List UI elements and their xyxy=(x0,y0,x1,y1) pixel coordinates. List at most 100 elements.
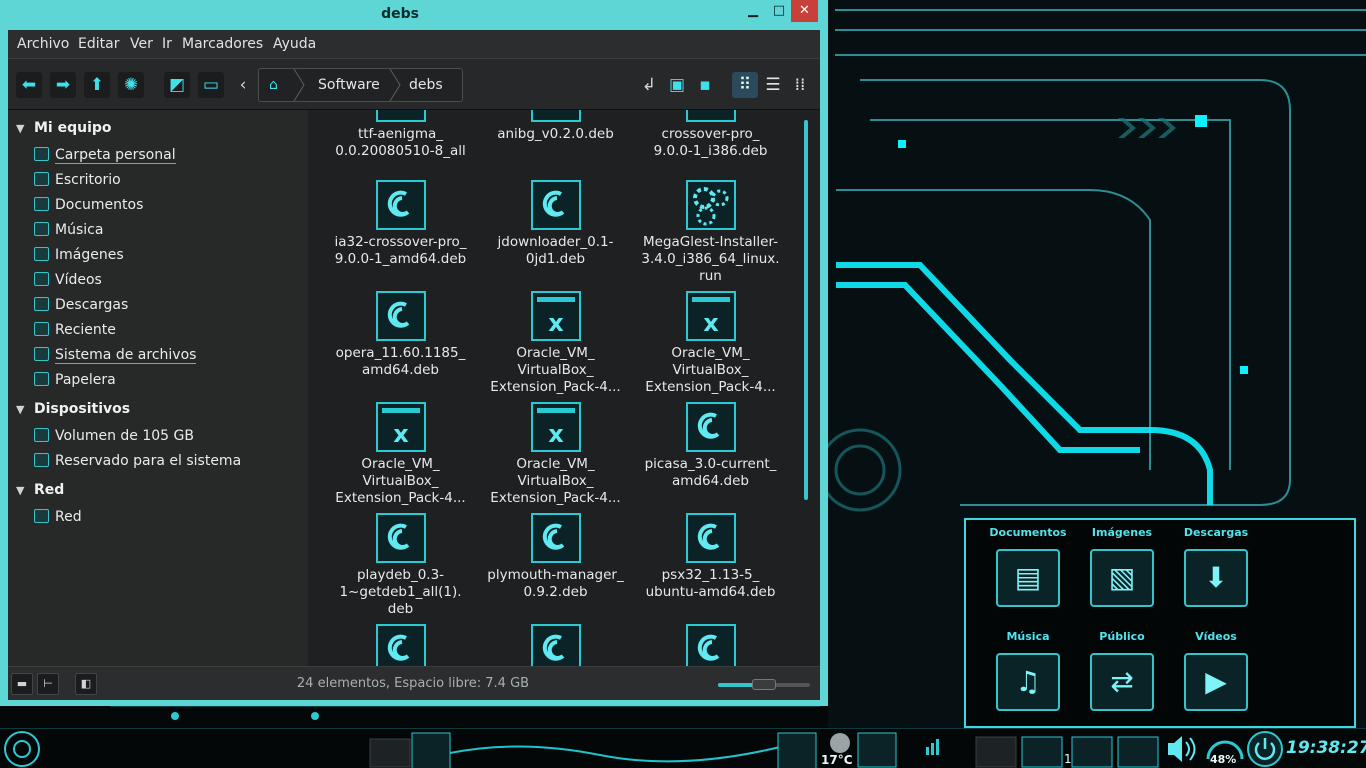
close-button[interactable]: ✕ xyxy=(791,0,818,22)
workspace-thumb[interactable] xyxy=(1021,736,1063,768)
executable-icon: x xyxy=(685,291,736,341)
section-red[interactable]: ▼ Red xyxy=(16,482,64,498)
launcher-tile[interactable]: Documentos ▤ xyxy=(988,526,1068,607)
sidebar-item-videos[interactable]: Vídeos xyxy=(34,272,102,294)
sidebar-item-red[interactable]: Red xyxy=(34,509,82,531)
file-item[interactable]: ttf-aenigma_ 0.0.20080510-8_all xyxy=(323,110,478,160)
drive-icon xyxy=(34,453,49,467)
list-view-icon[interactable]: ☰ xyxy=(760,72,786,98)
file-item[interactable]: x Oracle_VM_ VirtualBox_ Extension_Pack-4… xyxy=(478,291,633,396)
menu-orb-icon[interactable] xyxy=(4,731,40,767)
file-item[interactable]: plymouth-manager_ 0.9.2.deb xyxy=(478,513,633,601)
zoom-slider[interactable] xyxy=(718,679,810,690)
debian-icon xyxy=(375,291,426,341)
sidebar-item-musica[interactable]: Música xyxy=(34,222,103,244)
title-bar[interactable]: debs ▁ □ ✕ xyxy=(0,0,828,30)
debian-icon xyxy=(375,110,426,122)
forward-icon[interactable]: ➡ xyxy=(50,72,76,98)
show-places-icon[interactable]: ▬ xyxy=(11,673,33,695)
music-icon: ♫ xyxy=(996,653,1060,711)
sidebar-item-carpeta-personal[interactable]: Carpeta personal xyxy=(34,147,176,169)
file-item[interactable]: crossover-pro_ 9.0.0-1_i386.deb xyxy=(633,110,788,160)
scrollbar[interactable] xyxy=(804,120,808,500)
file-item[interactable]: opera_11.60.1185_ amd64.deb xyxy=(323,291,478,379)
launcher-tile[interactable]: Música ♫ xyxy=(988,630,1068,711)
menu-ayuda[interactable]: Ayuda xyxy=(273,36,316,52)
file-item[interactable]: psx32_1.13-5_ ubuntu-amd64.deb xyxy=(633,513,788,601)
workspace-thumb[interactable] xyxy=(1117,736,1159,768)
volume-icon[interactable] xyxy=(1168,736,1196,762)
file-item[interactable]: ttf-aenigma_ 0.0.20080510-8_all xyxy=(633,624,788,666)
root-home-icon[interactable]: ⌂ xyxy=(269,69,278,101)
up-icon[interactable]: ⬆ xyxy=(84,72,110,98)
launcher-label: Música xyxy=(1006,630,1050,643)
sidebar-item-escritorio[interactable]: Escritorio xyxy=(34,172,121,194)
launcher-tile[interactable]: Descargas ⬇ xyxy=(1176,526,1256,607)
sidebar-item-sistema-de-archivos[interactable]: Sistema de archivos xyxy=(34,347,197,369)
file-item[interactable]: x Oracle_VM_ VirtualBox_ Extension_Pack-4… xyxy=(633,291,788,396)
menu-marcadores[interactable]: Marcadores xyxy=(182,36,263,52)
file-item[interactable]: ia32-crossover-pro_ 9.0.0-1_amd64.deb xyxy=(323,180,478,268)
computer-icon[interactable]: ▭ xyxy=(198,72,224,98)
toolbar: ⬅ ➡ ⬆ ✺ ◩ ▭ ‹ ⌂ Software debs ↲ ▣ ▪ ⠿ ☰ xyxy=(8,58,820,110)
terminal-icon[interactable]: ▪ xyxy=(692,72,718,98)
file-item[interactable]: picasa_3.0-current_ amd64.deb xyxy=(633,402,788,490)
icon-view-icon[interactable]: ⠿ xyxy=(732,72,758,98)
menu-bar: Archivo Editar Ver Ir Marcadores Ayuda xyxy=(8,30,820,58)
svg-text:x: x xyxy=(548,420,564,448)
menu-editar[interactable]: Editar xyxy=(78,36,119,52)
sidebar-item-papelera[interactable]: Papelera xyxy=(34,372,116,394)
reload-icon[interactable]: ✺ xyxy=(118,72,144,98)
file-item[interactable]: MegaGlest-Installer- 3.4.0_i386_64_linux… xyxy=(633,180,788,285)
sidebar-item-reciente[interactable]: Reciente xyxy=(34,322,116,344)
back-icon[interactable]: ⬅ xyxy=(16,72,42,98)
menu-ver[interactable]: Ver xyxy=(130,36,153,52)
sidebar-item-descargas[interactable]: Descargas xyxy=(34,297,128,319)
file-item[interactable]: shantz-xwinwrap_ 0.3.deb xyxy=(323,624,478,666)
file-name: psx32_1.13-5_ ubuntu-amd64.deb xyxy=(645,567,776,600)
file-item[interactable]: x Oracle_VM_ VirtualBox_ Extension_Pack-4… xyxy=(478,402,633,507)
file-item[interactable]: playdeb_0.3- 1~getdeb1_all(1). deb xyxy=(323,513,478,618)
new-folder-icon[interactable]: ▣ xyxy=(664,72,690,98)
power-icon[interactable] xyxy=(1247,731,1283,767)
file-item[interactable]: x Oracle_VM_ VirtualBox_ Extension_Pack-4… xyxy=(323,402,478,507)
minimize-button[interactable]: ▁ xyxy=(740,0,766,22)
breadcrumb-debs[interactable]: debs xyxy=(409,69,443,101)
launcher-tile[interactable]: Imágenes ▧ xyxy=(1082,526,1162,607)
task-icon[interactable] xyxy=(777,732,817,768)
file-item[interactable]: jdownloader_0.1- 0jd1.deb xyxy=(478,180,633,268)
menu-ir[interactable]: Ir xyxy=(162,36,172,52)
task-thumbnail[interactable] xyxy=(369,738,411,768)
clock[interactable]: 19:38:27 xyxy=(1286,738,1366,758)
temperature: 17°C xyxy=(821,753,853,767)
sidebar-item-reservado[interactable]: Reservado para el sistema xyxy=(34,453,241,475)
toggle-location-icon[interactable]: ‹ xyxy=(230,72,256,98)
sidebar-item-volumen[interactable]: Volumen de 105 GB xyxy=(34,428,194,450)
file-name: picasa_3.0-current_ amd64.deb xyxy=(644,456,777,489)
sidebar-item-imagenes[interactable]: Imágenes xyxy=(34,247,124,269)
zoom-slider-handle[interactable] xyxy=(752,679,776,690)
task-icon[interactable] xyxy=(411,732,451,768)
breadcrumb-software[interactable]: Software xyxy=(318,69,380,101)
workspace-thumb[interactable] xyxy=(975,736,1017,768)
expand-arrow-icon[interactable]: ▼ xyxy=(16,122,34,135)
menu-archivo[interactable]: Archivo xyxy=(17,36,69,52)
home-icon[interactable]: ◩ xyxy=(164,72,190,98)
show-tree-icon[interactable]: ⊢ xyxy=(37,673,59,695)
hide-sidebar-icon[interactable]: ◧ xyxy=(75,673,97,695)
expand-arrow-icon[interactable]: ▼ xyxy=(16,484,34,497)
launcher-tile[interactable]: Vídeos ▶ xyxy=(1176,630,1256,711)
compact-view-icon[interactable]: ⁞⁞ xyxy=(787,72,813,98)
sidebar-item-documentos[interactable]: Documentos xyxy=(34,197,143,219)
section-mi-equipo[interactable]: ▼ Mi equipo xyxy=(16,120,112,136)
workspace-thumb[interactable] xyxy=(1071,736,1113,768)
maximize-button[interactable]: □ xyxy=(766,0,792,22)
launcher-tile[interactable]: Público ⇄ xyxy=(1082,630,1162,711)
restore-icon[interactable]: ↲ xyxy=(636,72,662,98)
file-item[interactable]: anibg_v0.2.0.deb xyxy=(478,110,633,143)
executable-icon: x xyxy=(530,291,581,341)
file-item[interactable]: translate-me_0.3.9- 1_ubuntu_all.deb xyxy=(478,624,633,666)
expand-arrow-icon[interactable]: ▼ xyxy=(16,403,34,416)
section-dispositivos[interactable]: ▼ Dispositivos xyxy=(16,401,130,417)
task-icon[interactable] xyxy=(857,732,897,768)
